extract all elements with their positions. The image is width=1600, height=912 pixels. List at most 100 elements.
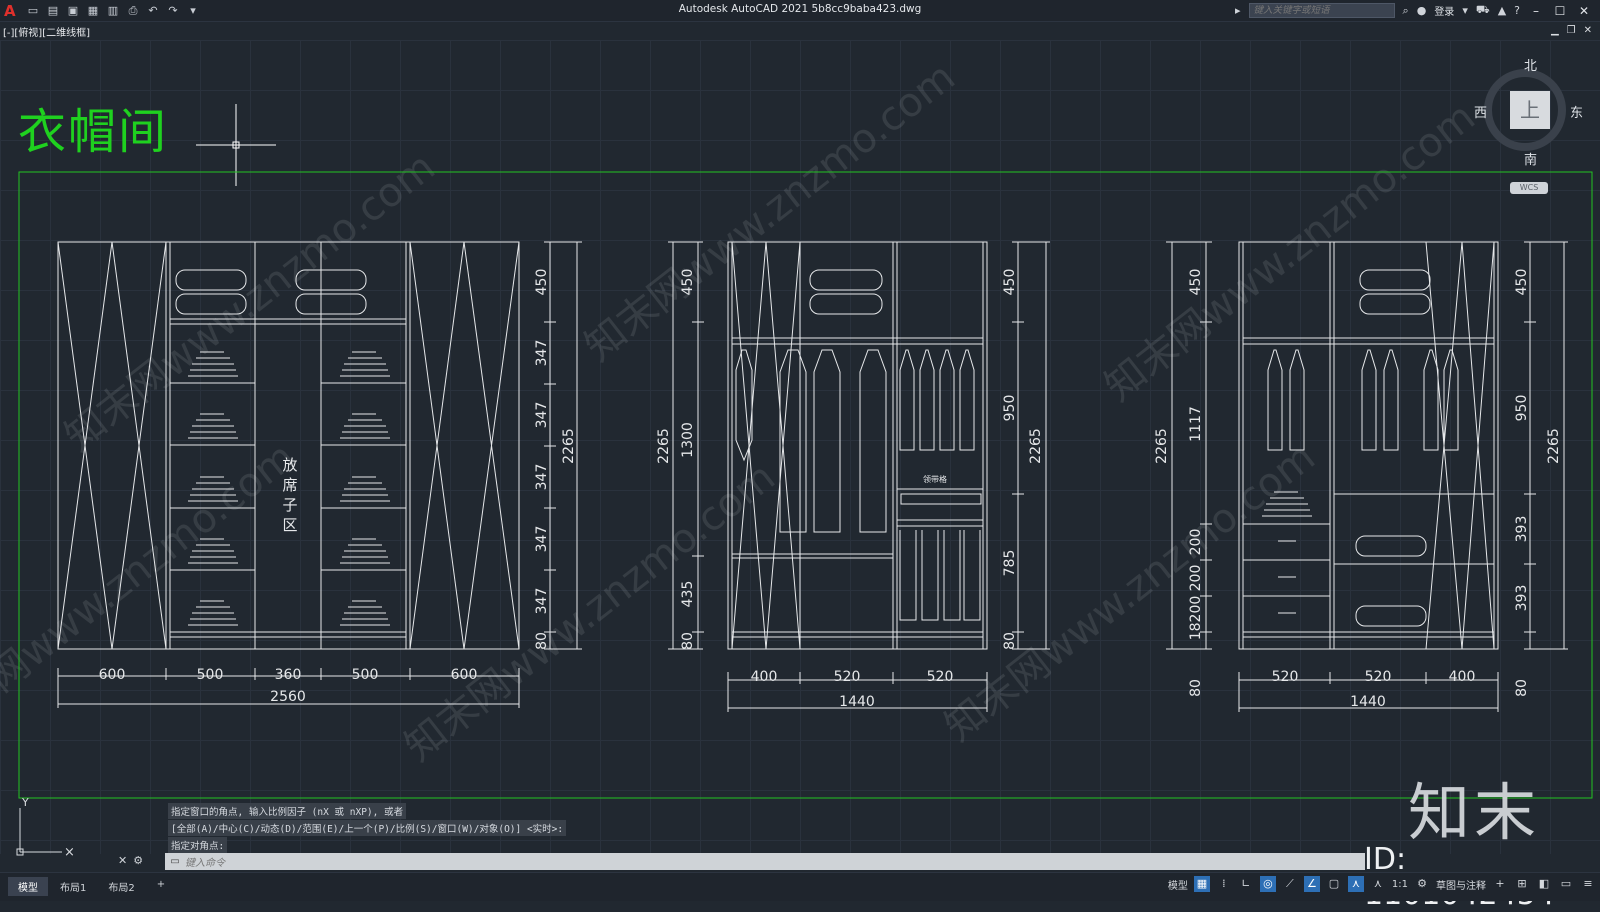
viewcube[interactable]: 上 北 南 西 东 bbox=[1470, 55, 1583, 168]
rack-label: 领带格 bbox=[923, 474, 947, 484]
dim-total-width: 1440 bbox=[1350, 694, 1386, 710]
object-snap-tracking-icon[interactable]: ∠ bbox=[1303, 876, 1320, 892]
dim-text: 950 bbox=[1002, 395, 1018, 422]
compass-east-label[interactable]: 东 bbox=[1570, 102, 1583, 121]
object-snap-icon[interactable]: ▢ bbox=[1326, 876, 1342, 892]
dim-text: 80 bbox=[534, 632, 550, 650]
dim-text: 347 bbox=[534, 340, 550, 367]
annotation-scale[interactable]: 1:1 bbox=[1392, 879, 1408, 890]
command-customize-icon[interactable]: ⚙ bbox=[133, 854, 143, 867]
dim-text: 200 bbox=[1188, 529, 1204, 556]
dim-text: 600 bbox=[99, 667, 126, 683]
zone-label: 子 bbox=[282, 496, 297, 514]
zone-label: 席 bbox=[282, 476, 297, 494]
dim-text: 450 bbox=[1002, 269, 1018, 296]
wardrobe-1-elevation bbox=[57, 241, 582, 708]
ucs-x-label: × bbox=[64, 845, 75, 860]
isodraft-icon[interactable]: ⟋ bbox=[1282, 876, 1298, 892]
dim-text: 393 bbox=[1514, 516, 1530, 543]
command-line-controls: ✕ ⚙ bbox=[118, 854, 143, 867]
dim-total-width: 2560 bbox=[270, 689, 306, 705]
workspace-switch[interactable]: 草图与注释 bbox=[1436, 877, 1486, 892]
auto-scale-icon[interactable]: ⋏ bbox=[1370, 876, 1386, 892]
command-history-line: [全部(A)/中心(C)/动态(D)/范围(E)/上一个(P)/比例(S)/窗口… bbox=[168, 820, 567, 836]
dim-total-height: 2265 bbox=[1028, 428, 1044, 464]
tab-layout2[interactable]: 布局2 bbox=[98, 877, 144, 896]
annotation-monitor-icon[interactable]: + bbox=[1492, 876, 1508, 892]
dim-text: 80 bbox=[1188, 679, 1204, 697]
dim-total-height: 2265 bbox=[656, 428, 672, 464]
dim-text: 400 bbox=[751, 669, 778, 685]
watermark-brand: 知末 bbox=[1408, 776, 1541, 849]
dim-text: 18200 bbox=[1188, 596, 1204, 641]
dim-total-height: 2265 bbox=[561, 428, 577, 464]
dim-text: 80 bbox=[680, 632, 696, 650]
dim-text: 500 bbox=[197, 667, 224, 683]
dim-text: 347 bbox=[534, 526, 550, 553]
layout-tabs: 模型 布局1 布局2 + bbox=[8, 877, 175, 896]
compass-south-label[interactable]: 南 bbox=[1524, 149, 1537, 168]
dim-text: 80 bbox=[1002, 632, 1018, 650]
customization-menu-icon[interactable]: ≡ bbox=[1580, 876, 1596, 892]
zone-label: 区 bbox=[282, 516, 297, 534]
ortho-icon[interactable]: ∟ bbox=[1238, 876, 1254, 892]
snap-icon[interactable]: ⁞ bbox=[1216, 876, 1232, 892]
tab-model[interactable]: 模型 bbox=[8, 877, 48, 896]
dim-text: 80 bbox=[1514, 679, 1530, 697]
ucs-y-label: Y bbox=[21, 796, 29, 809]
compass-west-label[interactable]: 西 bbox=[1474, 102, 1487, 121]
add-layout-button[interactable]: + bbox=[147, 877, 175, 896]
status-toolbar: 模型 ▦ ⁞ ∟ ◎ ⟋ ∠ ▢ ⋏ ⋏ 1:1 ⚙ 草图与注释 + ⊞ ◧ ▭… bbox=[1168, 876, 1596, 892]
dim-text: 435 bbox=[680, 581, 696, 608]
units-icon[interactable]: ⊞ bbox=[1514, 876, 1530, 892]
dim-text: 360 bbox=[275, 667, 302, 683]
tab-layout1[interactable]: 布局1 bbox=[50, 877, 96, 896]
compass-north-label[interactable]: 北 bbox=[1524, 55, 1537, 74]
dim-text: 450 bbox=[1188, 269, 1204, 296]
folded-clothes-icon bbox=[1262, 491, 1312, 517]
model-space-button[interactable]: 模型 bbox=[1168, 877, 1188, 892]
command-line[interactable]: ▭ 键入命令 bbox=[165, 853, 1365, 870]
crosshair-cursor bbox=[196, 104, 276, 186]
dim-text: 500 bbox=[352, 667, 379, 683]
dim-text: 450 bbox=[1514, 269, 1530, 296]
annotation-visibility-icon[interactable]: ⋏ bbox=[1347, 876, 1364, 892]
wardrobe-2-elevation bbox=[668, 241, 1050, 712]
dim-text: 400 bbox=[1449, 669, 1476, 685]
command-history-line: 指定对角点: bbox=[168, 837, 228, 853]
dim-total-height: 2265 bbox=[1546, 428, 1562, 464]
grid-icon[interactable]: ▦ bbox=[1193, 876, 1210, 892]
dim-text: 1300 bbox=[680, 422, 696, 458]
command-input[interactable]: 键入命令 bbox=[185, 854, 225, 869]
zone-label: 放 bbox=[282, 456, 297, 474]
viewcube-top-face[interactable]: 上 bbox=[1510, 91, 1550, 129]
workspace-gear-icon[interactable]: ⚙ bbox=[1414, 876, 1430, 892]
dim-text: 347 bbox=[534, 588, 550, 615]
dim-text: 520 bbox=[1272, 669, 1299, 685]
dim-total-width: 1440 bbox=[839, 694, 875, 710]
hanging-clothes-icon bbox=[735, 349, 982, 621]
dim-text: 520 bbox=[834, 669, 861, 685]
hardware-acceleration-icon[interactable]: ◧ bbox=[1536, 876, 1552, 892]
hanging-clothes-icon bbox=[1267, 349, 1459, 451]
command-prompt-icon[interactable]: ▭ bbox=[165, 856, 185, 867]
cad-drawing: 600 500 360 500 600 2560 放 席 子 区 450 347… bbox=[16, 104, 1593, 860]
wcs-menu-button[interactable]: WCS bbox=[1510, 182, 1548, 194]
command-history-line: 指定窗口的角点, 输入比例因子 (nX 或 nXP), 或者 bbox=[168, 803, 407, 819]
dim-text: 520 bbox=[1365, 669, 1392, 685]
dim-text: 950 bbox=[1514, 395, 1530, 422]
ucs-icon bbox=[16, 808, 62, 856]
dim-text: 450 bbox=[680, 269, 696, 296]
dim-text: 200 bbox=[1188, 565, 1204, 592]
dim-text: 520 bbox=[927, 669, 954, 685]
dim-text: 600 bbox=[451, 667, 478, 683]
wardrobe-3-elevation bbox=[1166, 241, 1568, 712]
dim-total-height: 2265 bbox=[1154, 428, 1170, 464]
clean-screen-icon[interactable]: ▭ bbox=[1558, 876, 1574, 892]
polar-tracking-icon[interactable]: ◎ bbox=[1259, 876, 1276, 892]
dim-text: 347 bbox=[534, 402, 550, 429]
dim-text: 450 bbox=[534, 269, 550, 296]
command-close-icon[interactable]: ✕ bbox=[118, 854, 127, 867]
dim-text: 347 bbox=[534, 464, 550, 491]
status-bar: 模型 布局1 布局2 + 模型 ▦ ⁞ ∟ ◎ ⟋ ∠ ▢ ⋏ ⋏ 1:1 ⚙ … bbox=[0, 872, 1600, 901]
